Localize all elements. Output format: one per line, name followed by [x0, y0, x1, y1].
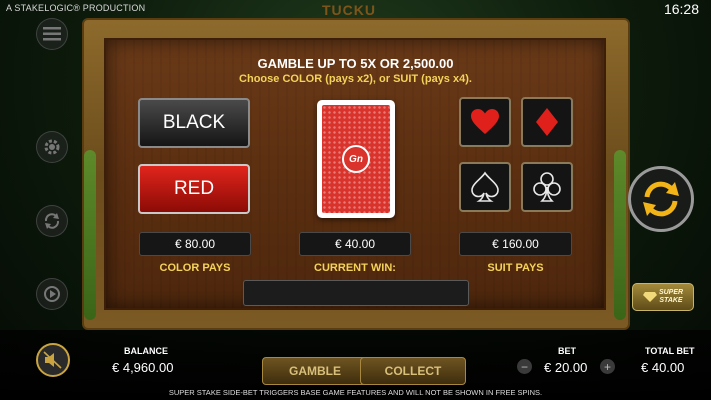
- vine-left: [84, 150, 96, 320]
- settings-button[interactable]: [36, 131, 68, 163]
- clock: 16:28: [663, 1, 699, 17]
- settings-icon: [44, 139, 60, 155]
- message-bar: [243, 280, 469, 306]
- menu-button[interactable]: [36, 18, 68, 50]
- game-logo: TUCKU: [322, 2, 376, 18]
- super-stake-disclaimer: SUPER STAKE SIDE-BET TRIGGERS BASE GAME …: [168, 388, 543, 397]
- color-pays-label: COLOR PAYS: [159, 262, 231, 274]
- diamond-gem-icon: [642, 292, 657, 302]
- super-stake-button[interactable]: SUPER STAKE: [632, 283, 694, 311]
- spin-icon: [643, 181, 679, 217]
- clubs-button[interactable]: [521, 162, 573, 212]
- current-win-value: € 40.00: [299, 232, 411, 256]
- suit-pays-value: € 160.00: [459, 232, 572, 256]
- black-button[interactable]: BLACK: [138, 98, 250, 148]
- super-stake-line1: SUPER: [658, 289, 684, 296]
- autoplay-button[interactable]: [36, 205, 68, 237]
- total-bet-value: € 40.00: [641, 360, 685, 375]
- turbo-icon: [44, 286, 60, 302]
- gamble-heading: GAMBLE UP TO 5X OR 2,500.00: [257, 56, 454, 71]
- turbo-button[interactable]: [36, 278, 68, 310]
- total-bet-label: TOTAL BET: [645, 346, 695, 356]
- super-stake-line2: STAKE: [659, 297, 683, 304]
- bet-decrease-button[interactable]: −: [517, 359, 532, 374]
- diamond-icon: [536, 108, 558, 136]
- suit-pays-label: SUIT PAYS: [487, 262, 544, 274]
- vine-right: [614, 150, 626, 320]
- spade-icon: [471, 171, 499, 202]
- autoplay-icon: [44, 213, 60, 229]
- menu-icon: [43, 27, 61, 41]
- bet-increase-button[interactable]: +: [600, 359, 615, 374]
- super-stake-text: SUPER STAKE: [659, 289, 683, 305]
- production-credit: A STAKELOGIC® PRODUCTION: [6, 3, 146, 13]
- balance-label: BALANCE: [124, 346, 168, 356]
- spin-button[interactable]: [628, 166, 694, 232]
- heart-icon: [471, 109, 499, 134]
- diamonds-button[interactable]: [521, 97, 573, 147]
- gamble-card: Gn: [317, 100, 395, 218]
- spades-button[interactable]: [459, 162, 511, 212]
- sound-button[interactable]: [36, 343, 70, 377]
- current-win-label: CURRENT WIN:: [314, 262, 396, 274]
- sound-muted-icon: [43, 351, 62, 369]
- card-back: Gn: [322, 105, 390, 213]
- color-pays-value: € 80.00: [139, 232, 251, 256]
- balance-value: € 4,960.00: [112, 360, 174, 375]
- gamble-button[interactable]: GAMBLE: [262, 357, 368, 385]
- red-button[interactable]: RED: [138, 164, 250, 214]
- club-icon: [533, 172, 561, 202]
- collect-button[interactable]: COLLECT: [360, 357, 466, 385]
- bet-label: BET: [558, 346, 576, 356]
- bet-value: € 20.00: [544, 360, 588, 375]
- gamble-instructions: Choose COLOR (pays x2), or SUIT (pays x4…: [239, 73, 472, 85]
- hearts-button[interactable]: [459, 97, 511, 147]
- card-logo: Gn: [342, 145, 370, 173]
